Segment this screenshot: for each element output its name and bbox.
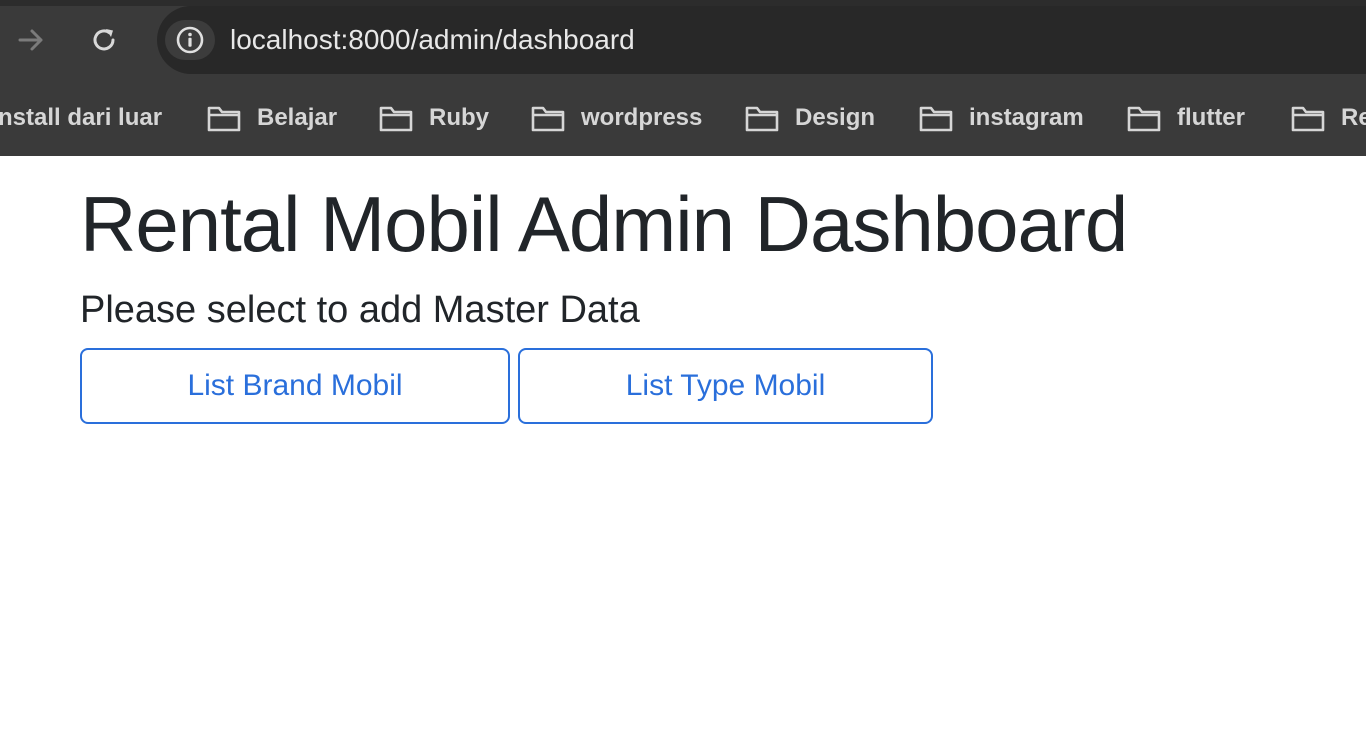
bookmark-label: wordpress <box>581 104 703 131</box>
bookmark-label: instagram <box>969 104 1084 131</box>
url-text[interactable]: localhost:8000/admin/dashboard <box>230 24 635 56</box>
page-content: Rental Mobil Admin Dashboard Please sele… <box>0 156 1366 752</box>
bookmark-folder-design[interactable]: Design <box>745 80 875 156</box>
bookmark-label: Re <box>1341 104 1366 131</box>
bookmark-folder-re[interactable]: Re <box>1291 80 1366 156</box>
list-type-mobil-button[interactable]: List Type Mobil <box>518 348 933 424</box>
address-bar[interactable]: localhost:8000/admin/dashboard <box>157 6 1366 74</box>
bookmark-label: flutter <box>1177 104 1245 131</box>
info-icon <box>176 26 204 54</box>
arrow-right-icon <box>18 29 43 51</box>
page-subtitle: Please select to add Master Data <box>80 289 640 331</box>
folder-icon <box>531 106 565 132</box>
browser-toolbar: localhost:8000/admin/dashboard <box>0 0 1366 80</box>
page-title: Rental Mobil Admin Dashboard <box>80 180 1128 268</box>
list-brand-mobil-button[interactable]: List Brand Mobil <box>80 348 510 424</box>
reload-icon <box>93 29 115 51</box>
forward-button[interactable] <box>13 22 49 58</box>
bookmark-label: Belajar <box>257 104 338 131</box>
bookmark-folder-belajar[interactable]: Belajar <box>207 80 337 156</box>
bookmark-folder-flutter[interactable]: flutter <box>1127 80 1245 156</box>
bookmark-label: nstall dari luar <box>0 104 163 131</box>
folder-icon <box>207 106 241 132</box>
folder-icon <box>1291 106 1325 132</box>
folder-icon <box>379 106 413 132</box>
folder-icon <box>745 106 779 132</box>
folder-icon <box>1127 106 1161 132</box>
bookmark-install-dari-luar[interactable]: nstall dari luar <box>0 80 162 156</box>
bookmark-folder-wordpress[interactable]: wordpress <box>531 80 702 156</box>
site-info-button[interactable] <box>165 20 215 60</box>
bookmark-label: Design <box>795 104 876 131</box>
bookmark-folder-ruby[interactable]: Ruby <box>379 80 489 156</box>
bookmark-folder-instagram[interactable]: instagram <box>919 80 1084 156</box>
bookmark-label: Ruby <box>429 104 489 131</box>
folder-icon <box>919 106 953 132</box>
bookmarks-bar: nstall dari luar Belajar Ruby wordpress … <box>0 80 1366 156</box>
reload-button[interactable] <box>86 22 122 58</box>
